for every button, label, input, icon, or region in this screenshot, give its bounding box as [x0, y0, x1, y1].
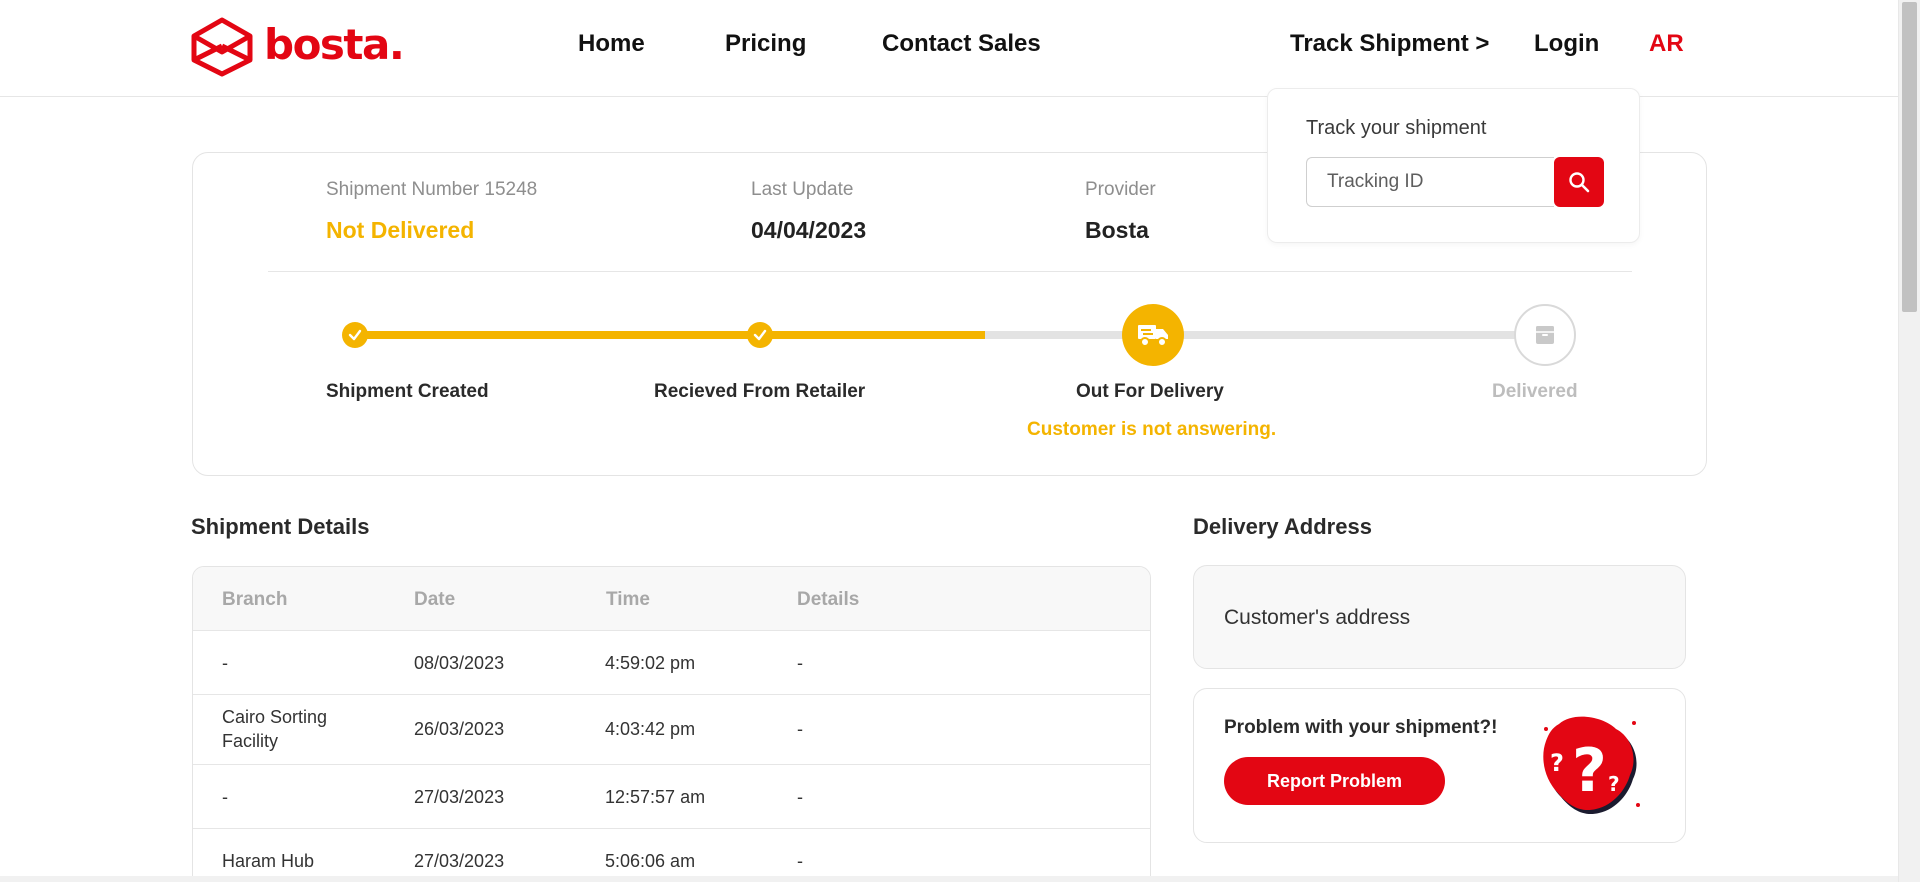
- cell-date: 08/03/2023: [414, 653, 505, 673]
- cell-branch: Cairo Sorting Facility: [222, 707, 328, 751]
- svg-text:?: ?: [1550, 749, 1564, 777]
- step-label-shipment-created: Shipment Created: [326, 381, 489, 402]
- language-toggle[interactable]: AR: [1649, 30, 1684, 58]
- svg-text:?: ?: [1572, 736, 1607, 806]
- cell-branch: -: [222, 653, 228, 673]
- cell-branch: Haram Hub: [222, 851, 315, 871]
- cell-date: 26/03/2023: [414, 719, 505, 739]
- cell-time: 4:59:02 pm: [605, 653, 696, 673]
- last-update-label: Last Update: [751, 179, 854, 200]
- bosta-logo[interactable]: bosta.: [190, 15, 405, 79]
- step-out-for-delivery-marker: [1122, 304, 1184, 366]
- column-header-time: Time: [606, 589, 651, 610]
- nav-login[interactable]: Login: [1534, 30, 1599, 58]
- problem-prompt: Problem with your shipment?!: [1224, 717, 1498, 738]
- table-row: Cairo Sorting Facility 26/03/2023 4:03:4…: [193, 695, 1150, 765]
- step-label-received: Recieved From Retailer: [654, 381, 866, 402]
- step-received-marker: [747, 322, 773, 348]
- vertical-scrollbar[interactable]: [1898, 0, 1920, 882]
- progress-line-pending: [985, 331, 1551, 339]
- cell-details: -: [797, 719, 803, 739]
- step-label-delivered: Delivered: [1492, 381, 1578, 402]
- shipment-status: Not Delivered: [326, 217, 475, 243]
- column-header-branch: Branch: [222, 589, 288, 610]
- check-icon: [753, 329, 767, 341]
- track-search-button[interactable]: [1554, 157, 1604, 207]
- column-header-details: Details: [797, 589, 860, 610]
- delivery-address-card: Customer's address: [1193, 565, 1686, 669]
- bosta-logo-text: bosta.: [264, 19, 405, 69]
- search-icon: [1569, 172, 1590, 193]
- delivery-address-text: Customer's address: [1224, 606, 1411, 629]
- cell-details: -: [797, 787, 803, 807]
- nav-contact-sales[interactable]: Contact Sales: [882, 30, 1041, 58]
- cell-date: 27/03/2023: [414, 851, 505, 871]
- step-shipment-created-marker: [342, 322, 368, 348]
- delivery-address-title: Delivery Address: [1193, 514, 1372, 539]
- cell-date: 27/03/2023: [414, 787, 505, 807]
- nav-track-shipment[interactable]: Track Shipment >: [1290, 30, 1489, 58]
- question-mark-illustration-icon: ? ? ?: [1543, 716, 1640, 815]
- provider-label: Provider: [1085, 179, 1156, 200]
- step-label-out-for-delivery: Out For Delivery: [1076, 381, 1224, 402]
- provider-value: Bosta: [1085, 217, 1149, 243]
- report-problem-card: Problem with your shipment?! Report Prob…: [1193, 688, 1686, 843]
- cell-details: -: [797, 851, 803, 871]
- table-row: - 27/03/2023 12:57:57 am -: [193, 765, 1150, 829]
- package-icon: [1536, 326, 1554, 344]
- progress-line-complete: [355, 331, 985, 339]
- tracking-id-input[interactable]: [1306, 157, 1554, 207]
- shipment-number-label: Shipment Number 15248: [326, 179, 538, 200]
- svg-text:?: ?: [1608, 772, 1620, 796]
- table-row: Haram Hub 27/03/2023 5:06:06 am -: [193, 829, 1150, 882]
- cell-branch: -: [222, 787, 228, 807]
- report-problem-button[interactable]: Report Problem: [1224, 757, 1445, 805]
- horizontal-scrollbar[interactable]: [0, 876, 1898, 882]
- nav-pricing[interactable]: Pricing: [725, 30, 806, 58]
- cell-time: 12:57:57 am: [605, 787, 706, 807]
- track-popup-title: Track your shipment: [1306, 117, 1487, 139]
- shipment-details-title: Shipment Details: [191, 514, 370, 539]
- last-update-value: 04/04/2023: [751, 217, 867, 243]
- cell-time: 4:03:42 pm: [605, 719, 696, 739]
- delivery-note: Customer is not answering.: [1027, 419, 1277, 440]
- cell-details: -: [797, 653, 803, 673]
- nav-home[interactable]: Home: [578, 30, 645, 58]
- site-header: bosta. Home Pricing Contact Sales Track …: [0, 0, 1898, 97]
- delivery-truck-icon: [1138, 325, 1168, 347]
- bosta-logo-icon: [191, 17, 253, 77]
- scrollbar-thumb[interactable]: [1902, 2, 1917, 312]
- column-header-date: Date: [414, 589, 456, 610]
- shipment-details-table: Branch Date Time Details - 08/03/2023 4:…: [192, 566, 1151, 882]
- status-divider: [268, 271, 1632, 272]
- table-row: - 08/03/2023 4:59:02 pm -: [193, 631, 1150, 695]
- cell-time: 5:06:06 am: [605, 851, 696, 871]
- table-header: Branch Date Time Details: [193, 567, 1150, 631]
- check-icon: [348, 329, 362, 341]
- step-delivered-marker: [1514, 304, 1576, 366]
- track-shipment-popup: Track your shipment: [1267, 88, 1640, 243]
